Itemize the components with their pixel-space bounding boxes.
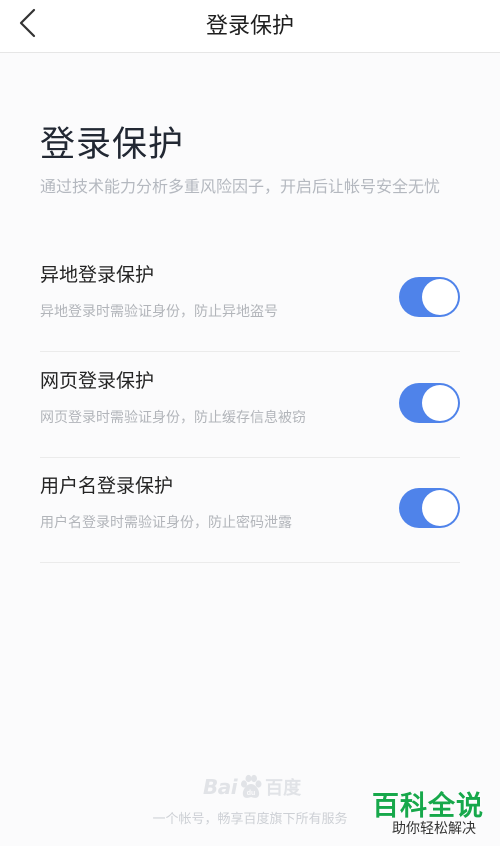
toggle-knob xyxy=(422,490,458,526)
page-description: 通过技术能力分析多重风险因子，开启后让帐号安全无忧 xyxy=(40,177,441,196)
setting-subtitle: 网页登录时需验证身份，防止缓存信息被窃 xyxy=(40,410,306,426)
web-login-toggle[interactable] xyxy=(399,383,460,423)
nav-title: 登录保护 xyxy=(205,14,294,39)
remote-login-toggle[interactable] xyxy=(399,277,460,317)
setting-title: 网页登录保护 xyxy=(40,370,155,392)
logo-du-text: du xyxy=(247,790,256,797)
setting-item-web-login: 网页登录保护 网页登录时需验证身份，防止缓存信息被窃 xyxy=(40,352,460,458)
setting-item-remote-login: 异地登录保护 异地登录时需验证身份，防止异地盗号 xyxy=(40,246,460,352)
logo-chinese-text: 百度 xyxy=(265,778,302,799)
setting-title: 异地登录保护 xyxy=(40,264,155,286)
username-login-toggle[interactable] xyxy=(399,488,460,528)
page-title: 登录保护 xyxy=(40,125,185,165)
baidu-logo: Bai du 百度 xyxy=(203,772,301,802)
toggle-knob xyxy=(422,385,458,421)
setting-title: 用户名登录保护 xyxy=(40,475,174,497)
setting-item-username-login: 用户名登录保护 用户名登录时需验证身份，防止密码泄露 xyxy=(40,457,460,563)
logo-latin-text: Bai xyxy=(203,775,238,799)
setting-subtitle: 用户名登录时需验证身份，防止密码泄露 xyxy=(40,515,292,531)
setting-subtitle: 异地登录时需验证身份，防止异地盗号 xyxy=(40,304,278,320)
watermark-subtitle: 助你轻松解决 xyxy=(392,821,476,837)
toggle-knob xyxy=(422,279,458,315)
baidu-paw-icon: du xyxy=(241,774,262,798)
navigation-bar: 登录保护 xyxy=(0,0,500,53)
